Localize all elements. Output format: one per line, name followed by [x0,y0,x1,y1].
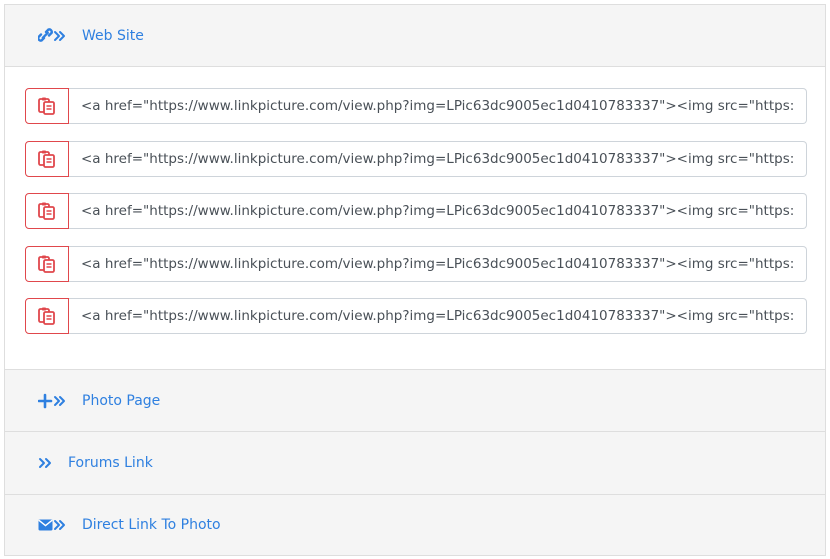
code-row [25,246,807,282]
section-header-direct-link[interactable]: Direct Link To Photo [5,495,825,555]
copy-icon [38,97,55,115]
code-row [25,88,807,124]
section-header-forums-link[interactable]: Forums Link [5,432,825,495]
code-row [25,141,807,177]
copy-button[interactable] [25,298,69,334]
copy-icon [38,202,55,220]
copy-button[interactable] [25,88,69,124]
copy-icon [38,150,55,168]
copy-button[interactable] [25,141,69,177]
section-label-photo-page: Photo Page [82,392,161,409]
section-label-direct-link: Direct Link To Photo [82,517,221,533]
embed-code-input[interactable] [69,298,807,334]
plus-icon [38,393,68,409]
code-row [25,298,807,334]
copy-button[interactable] [25,246,69,282]
share-codes-accordion: Web Site <a href="https://www.linkpictur… [4,4,826,556]
copy-icon [38,307,55,325]
section-header-photo-page[interactable]: Photo Page [5,369,825,432]
link-icon [38,27,68,44]
copy-icon [38,255,55,273]
section-label-forums-link: Forums Link [68,455,153,471]
embed-code-input[interactable] [69,141,807,177]
embed-code-input[interactable] [69,193,807,229]
double-chevron-icon [38,455,54,471]
envelope-icon [38,517,68,533]
website-codes-panel [5,68,825,369]
section-label-website: Web Site [82,27,144,44]
code-row [25,193,807,229]
section-header-website[interactable]: Web Site [5,5,825,67]
embed-code-input[interactable] [69,246,807,282]
embed-code-input[interactable] [69,88,807,124]
copy-button[interactable] [25,193,69,229]
